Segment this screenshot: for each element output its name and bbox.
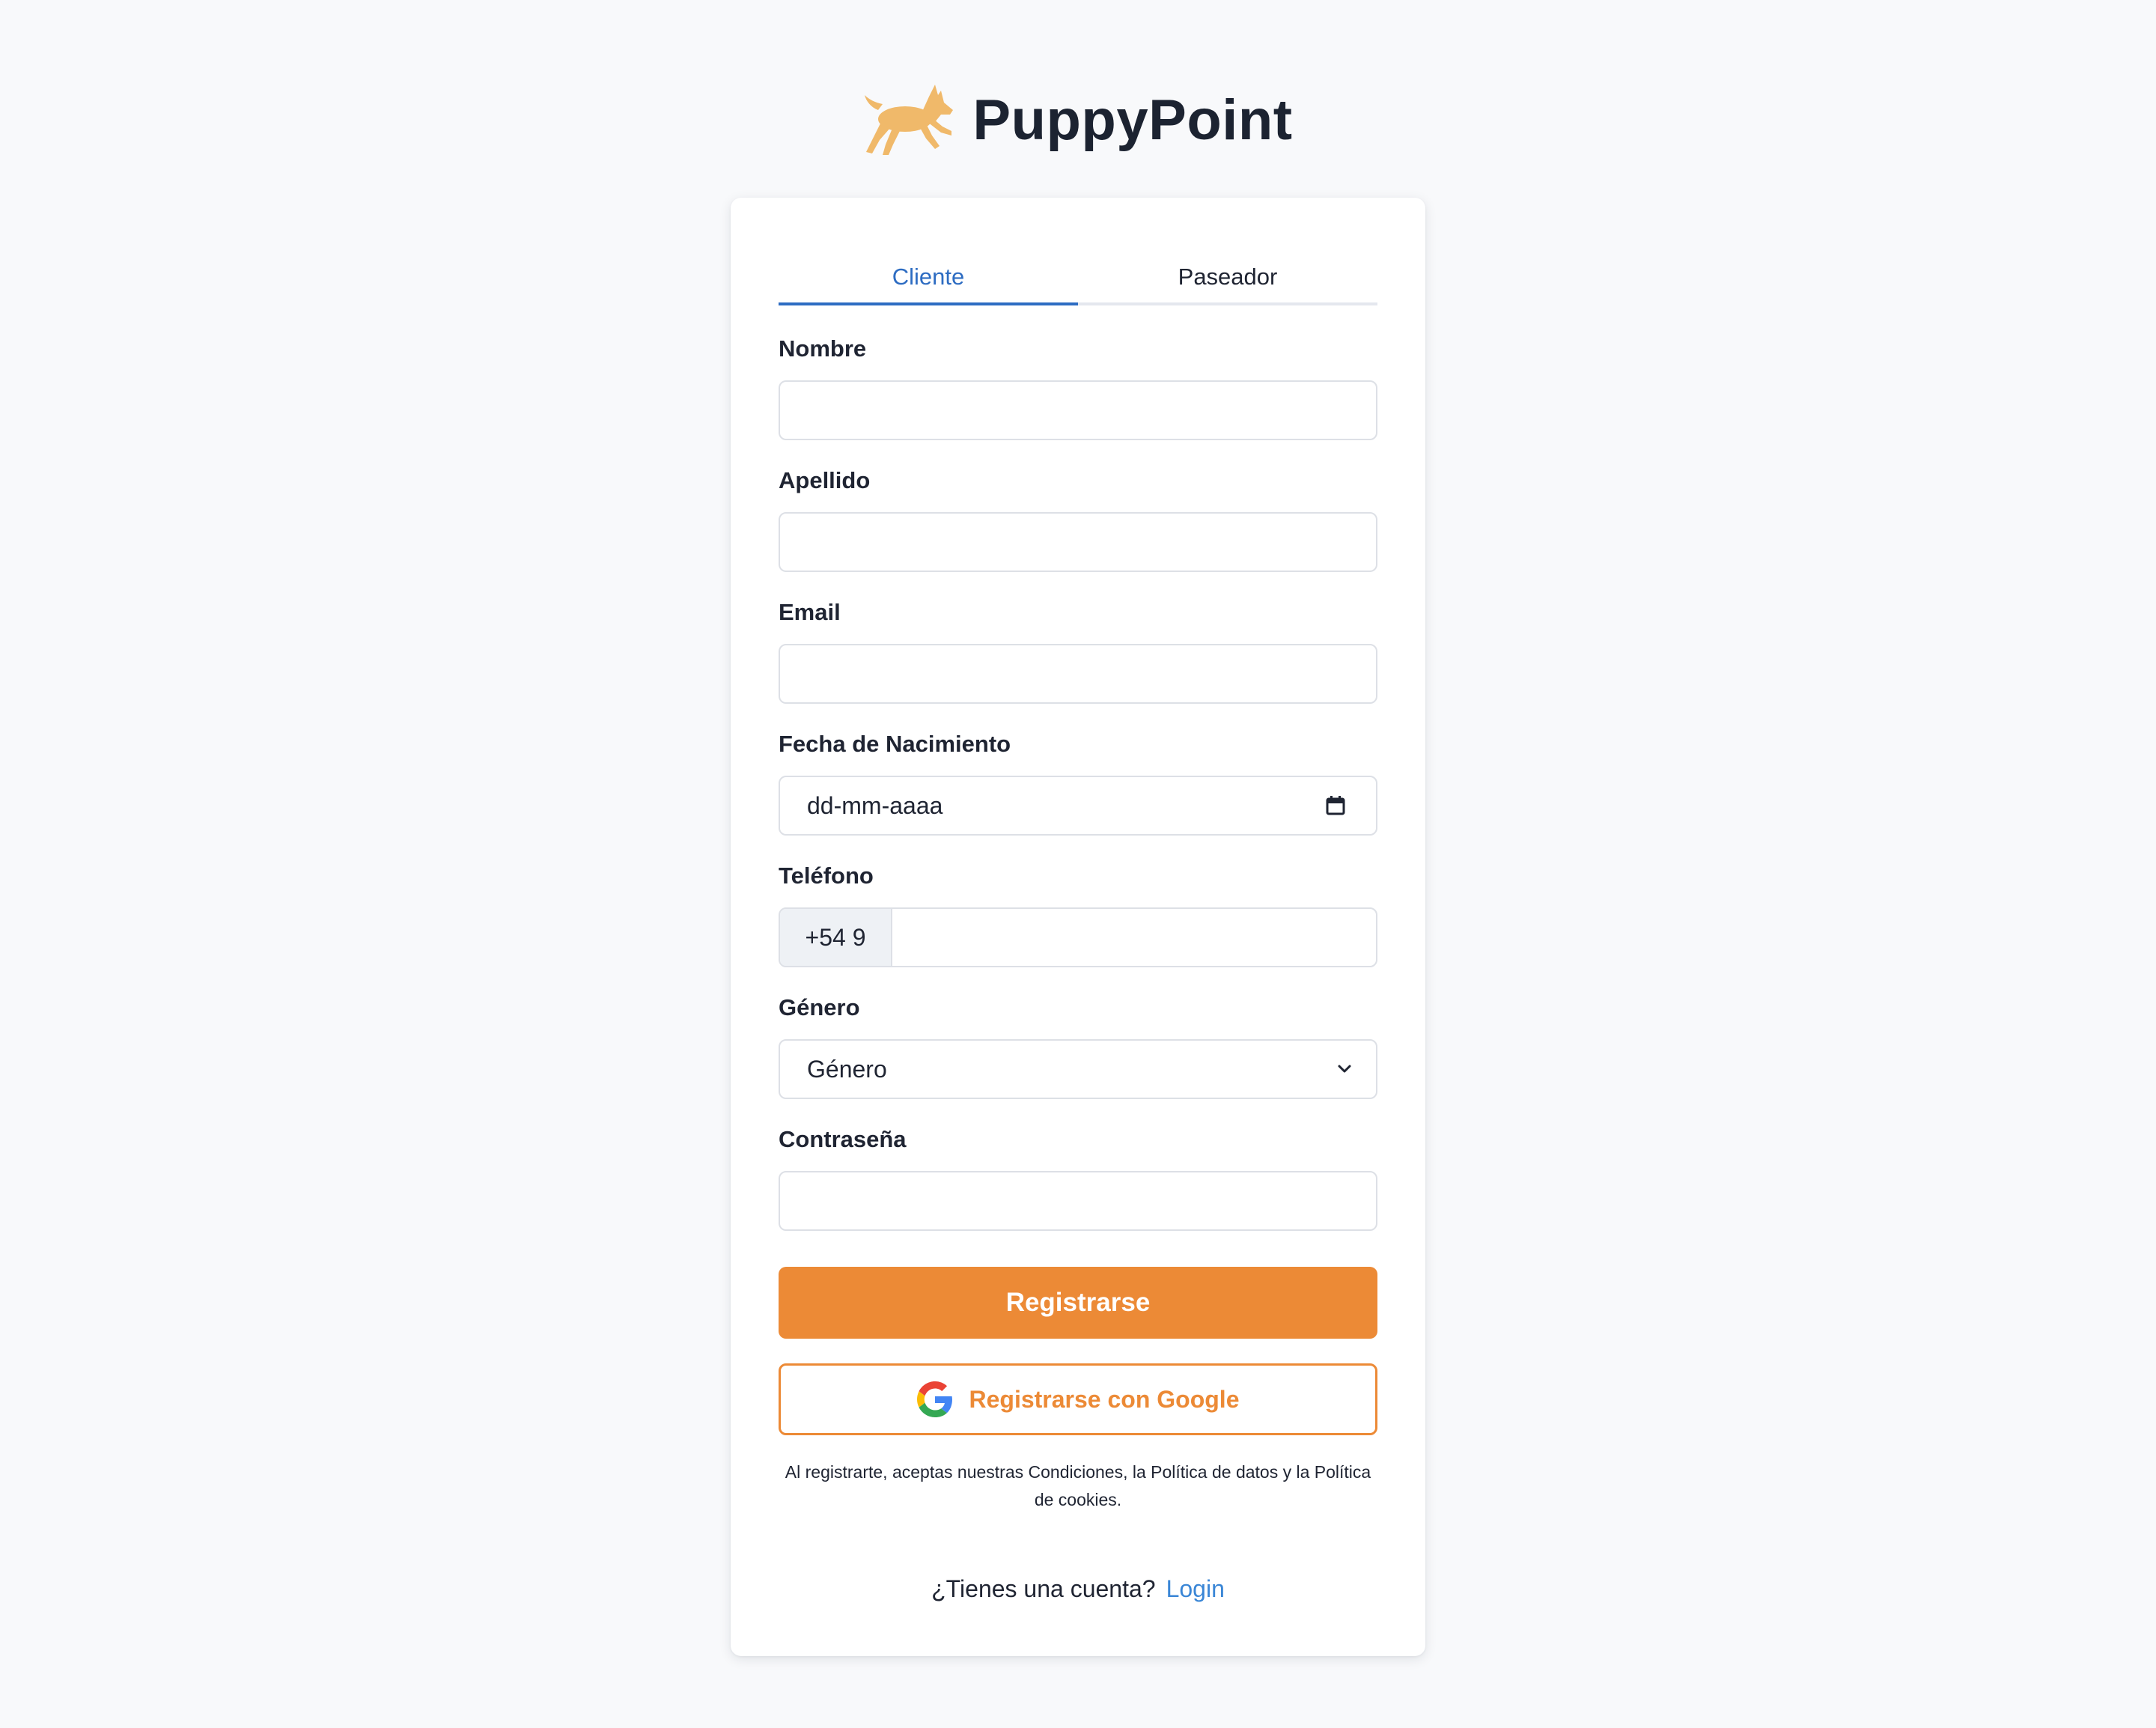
login-link[interactable]: Login [1166,1575,1225,1602]
terms-text: Al registrarte, aceptas nuestras Condici… [785,1462,1371,1509]
login-prompt-row: ¿Tienes una cuenta? Login [779,1575,1377,1603]
register-card: Cliente Paseador Nombre Apellido Email F… [731,198,1425,1656]
tab-paseador[interactable]: Paseador [1078,255,1377,302]
phone-prefix: +54 9 [780,909,892,966]
google-register-button[interactable]: Registrarse con Google [779,1363,1377,1435]
login-prompt: ¿Tienes una cuenta? [931,1575,1156,1602]
fecha-placeholder: dd-mm-aaaa [807,792,943,819]
calendar-icon[interactable] [1325,795,1346,816]
apellido-label: Apellido [779,467,871,493]
register-button[interactable]: Registrarse [779,1267,1377,1339]
genero-select[interactable]: Género [779,1039,1377,1099]
password-label: Contraseña [779,1126,907,1152]
nombre-label: Nombre [779,335,867,362]
brand-header: PuppyPoint [0,72,2156,169]
google-icon [916,1381,952,1417]
password-field[interactable] [779,1171,1377,1231]
fecha-field[interactable]: dd-mm-aaaa [779,776,1377,836]
telefono-label: Teléfono [779,863,874,889]
telefono-field[interactable]: +54 9 [779,907,1377,967]
brand-name: PuppyPoint [972,88,1293,152]
email-label: Email [779,599,841,625]
apellido-field[interactable] [779,512,1377,572]
fecha-label: Fecha de Nacimiento [779,731,1011,757]
dog-icon [865,85,954,155]
role-tabs: Cliente Paseador [779,255,1377,305]
registration-page: PuppyPoint Cliente Paseador Nombre Apell… [0,0,2156,1728]
email-field[interactable] [779,644,1377,704]
google-register-label: Registrarse con Google [969,1385,1240,1413]
nombre-field[interactable] [779,380,1377,440]
genero-label: Género [779,994,860,1020]
chevron-down-icon [1338,1065,1351,1073]
tab-cliente[interactable]: Cliente [779,255,1078,305]
genero-selected: Género [807,1056,887,1083]
